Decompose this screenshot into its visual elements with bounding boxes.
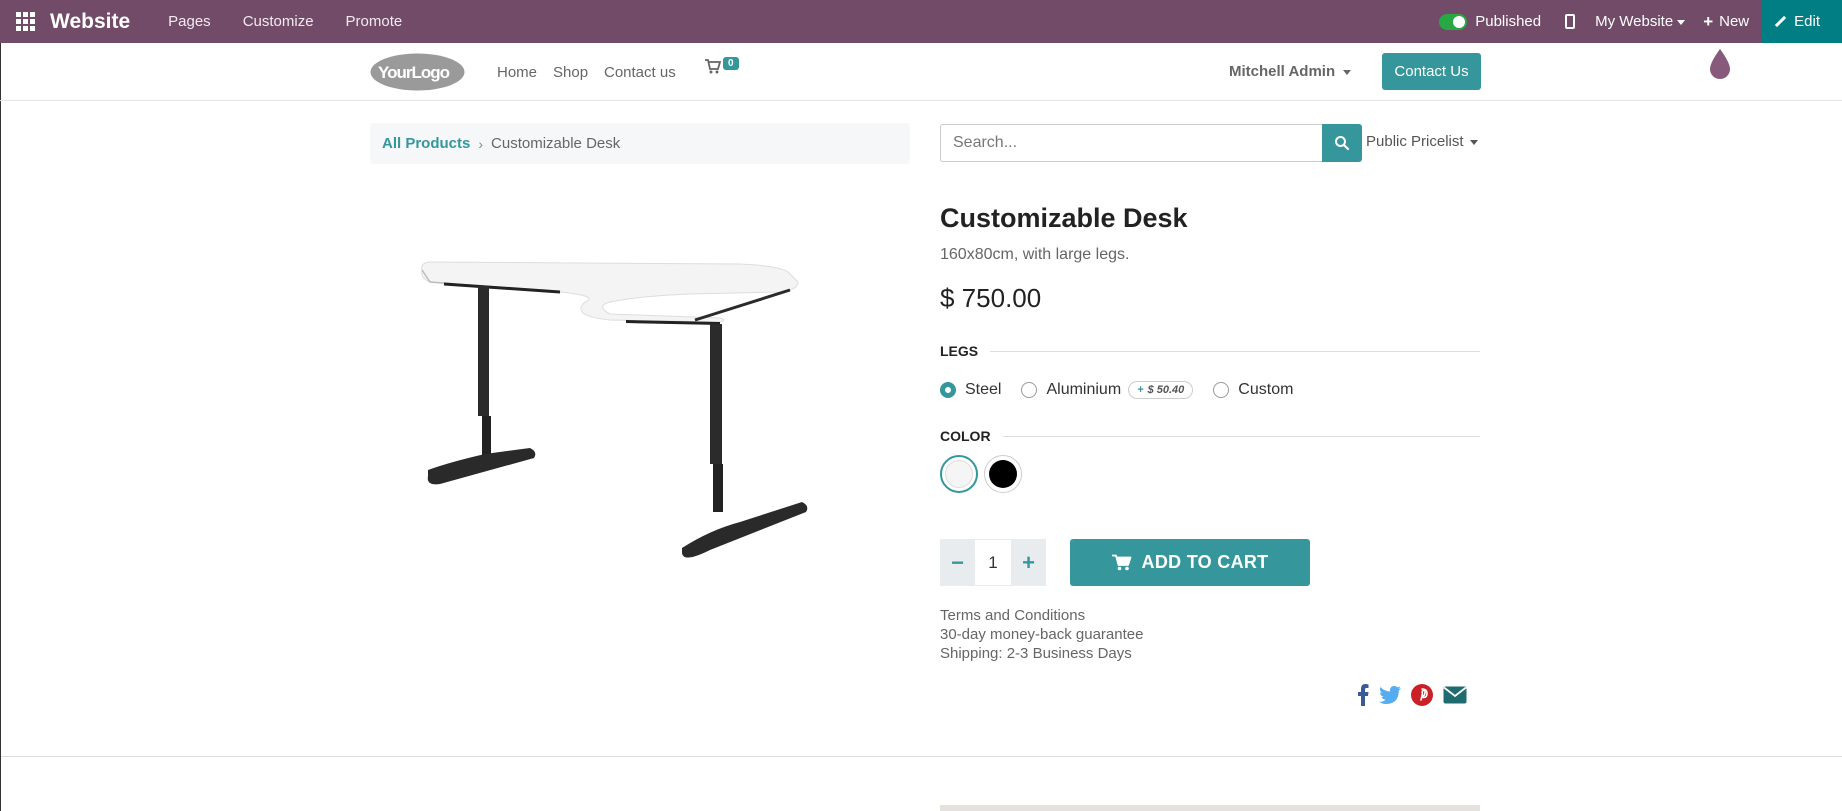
terms-guarantee: 30-day money-back guarantee xyxy=(940,626,1144,643)
nav-home[interactable]: Home xyxy=(497,43,537,101)
facebook-icon[interactable] xyxy=(1357,684,1369,706)
cart-link[interactable]: 0 xyxy=(705,57,739,74)
legs-option-label: Custom xyxy=(1238,381,1294,398)
product-terms: Terms and Conditions 30-day money-back g… xyxy=(940,606,1143,663)
menu-pages[interactable]: Pages xyxy=(152,13,227,30)
section-divider xyxy=(1,756,1842,757)
plus-icon: + xyxy=(1022,549,1035,575)
next-section-image-edge xyxy=(940,805,1480,811)
radio-icon[interactable] xyxy=(1021,382,1038,398)
quantity-increase-button[interactable]: + xyxy=(1011,539,1046,586)
radio-icon[interactable] xyxy=(1213,382,1230,398)
legs-option-label: Steel xyxy=(965,381,1002,398)
quantity-decrease-button[interactable]: − xyxy=(940,539,975,586)
user-name: Mitchell Admin xyxy=(1229,63,1336,80)
terms-link[interactable]: Terms and Conditions xyxy=(940,606,1143,625)
add-to-cart-button[interactable]: ADD TO CART xyxy=(1070,539,1310,586)
price-extra-plus: + xyxy=(1137,384,1144,396)
contact-us-button[interactable]: Contact Us xyxy=(1382,53,1481,90)
chevron-right-icon: › xyxy=(478,135,484,152)
search-icon xyxy=(1335,136,1350,151)
cart-icon xyxy=(705,59,721,74)
legs-option-label: Aluminium xyxy=(1046,381,1122,398)
pricelist-label: Public Pricelist xyxy=(1366,133,1464,150)
divider xyxy=(1002,435,1480,437)
menu-promote[interactable]: Promote xyxy=(330,13,419,30)
search-input[interactable] xyxy=(940,124,1323,162)
breadcrumb-all-products[interactable]: All Products xyxy=(382,135,470,152)
divider xyxy=(990,350,1480,352)
pricelist-dropdown[interactable]: Public Pricelist xyxy=(1366,133,1478,150)
nav-contact-us[interactable]: Contact us xyxy=(604,43,676,101)
add-to-cart-label: ADD TO CART xyxy=(1141,552,1269,572)
site-logo[interactable]: YourLogo xyxy=(370,53,465,91)
cart-count-badge: 0 xyxy=(723,57,739,70)
color-swatches xyxy=(940,455,1028,493)
mobile-preview-icon[interactable] xyxy=(1565,14,1576,29)
product-description: 160x80cm, with large legs. xyxy=(940,246,1130,263)
radio-checked-icon[interactable] xyxy=(940,382,956,398)
plus-icon: + xyxy=(1703,11,1714,31)
legs-options: Steel Aluminium + $ 50.40 Custom xyxy=(940,381,1313,399)
quantity-stepper: − 1 + xyxy=(940,539,1046,586)
email-icon[interactable] xyxy=(1443,686,1467,704)
swatch-dot-black xyxy=(989,460,1017,488)
legs-option-custom[interactable]: Custom xyxy=(1213,381,1293,399)
my-website-label: My Website xyxy=(1595,13,1674,30)
my-website-dropdown[interactable]: My Website xyxy=(1595,13,1686,30)
user-menu[interactable]: Mitchell Admin xyxy=(1229,63,1352,80)
left-border xyxy=(0,43,1,811)
color-swatch-white[interactable] xyxy=(940,455,978,493)
caret-down-icon xyxy=(1677,19,1686,25)
published-label: Published xyxy=(1475,13,1542,30)
legs-option-aluminium[interactable]: Aluminium + $ 50.40 xyxy=(1021,381,1194,399)
edit-label: Edit xyxy=(1794,13,1820,30)
caret-down-icon xyxy=(1469,139,1478,145)
pinterest-icon[interactable] xyxy=(1411,684,1433,706)
admin-right-group: Published My Website + New Edit xyxy=(1439,0,1842,43)
twitter-icon[interactable] xyxy=(1379,686,1401,704)
price-extra-value: $ 50.40 xyxy=(1147,384,1185,396)
minus-icon: − xyxy=(951,549,964,575)
search-bar xyxy=(940,124,1362,162)
new-label: New xyxy=(1719,13,1750,30)
edit-button[interactable]: Edit xyxy=(1761,0,1842,43)
price-extra-badge: + $ 50.40 xyxy=(1128,381,1194,399)
drop-icon[interactable] xyxy=(1708,48,1732,80)
color-swatch-black[interactable] xyxy=(984,455,1022,493)
cart-icon xyxy=(1111,554,1131,571)
breadcrumb: All Products › Customizable Desk xyxy=(370,123,910,164)
site-header: YourLogo Home Shop Contact us 0 Mitchell… xyxy=(0,43,1842,101)
quantity-input[interactable]: 1 xyxy=(975,539,1011,586)
legs-section-header: LEGS xyxy=(940,343,1480,359)
new-button[interactable]: + New xyxy=(1703,12,1749,32)
terms-shipping: Shipping: 2-3 Business Days xyxy=(940,645,1132,662)
color-section-header: COLOR xyxy=(940,428,1480,444)
share-links xyxy=(1357,684,1477,706)
product-image[interactable] xyxy=(410,240,870,560)
caret-down-icon xyxy=(1343,69,1352,75)
product-title: Customizable Desk xyxy=(940,203,1188,233)
breadcrumb-current: Customizable Desk xyxy=(491,135,621,152)
search-button[interactable] xyxy=(1322,124,1362,162)
menu-customize[interactable]: Customize xyxy=(227,13,330,30)
toggle-switch-icon[interactable] xyxy=(1439,13,1468,30)
swatch-dot-white xyxy=(945,460,973,488)
apps-grid-icon[interactable] xyxy=(0,0,50,43)
logo-text: YourLogo xyxy=(378,63,450,82)
legs-label: LEGS xyxy=(940,343,979,359)
pencil-icon xyxy=(1775,16,1786,27)
admin-brand[interactable]: Website xyxy=(50,10,130,34)
published-toggle[interactable]: Published xyxy=(1439,13,1541,30)
admin-bar: Website Pages Customize Promote Publishe… xyxy=(0,0,1842,43)
product-price: $ 750.00 xyxy=(940,283,1042,313)
color-label: COLOR xyxy=(940,428,991,444)
legs-option-steel[interactable]: Steel xyxy=(940,381,1001,399)
nav-shop[interactable]: Shop xyxy=(553,43,588,101)
